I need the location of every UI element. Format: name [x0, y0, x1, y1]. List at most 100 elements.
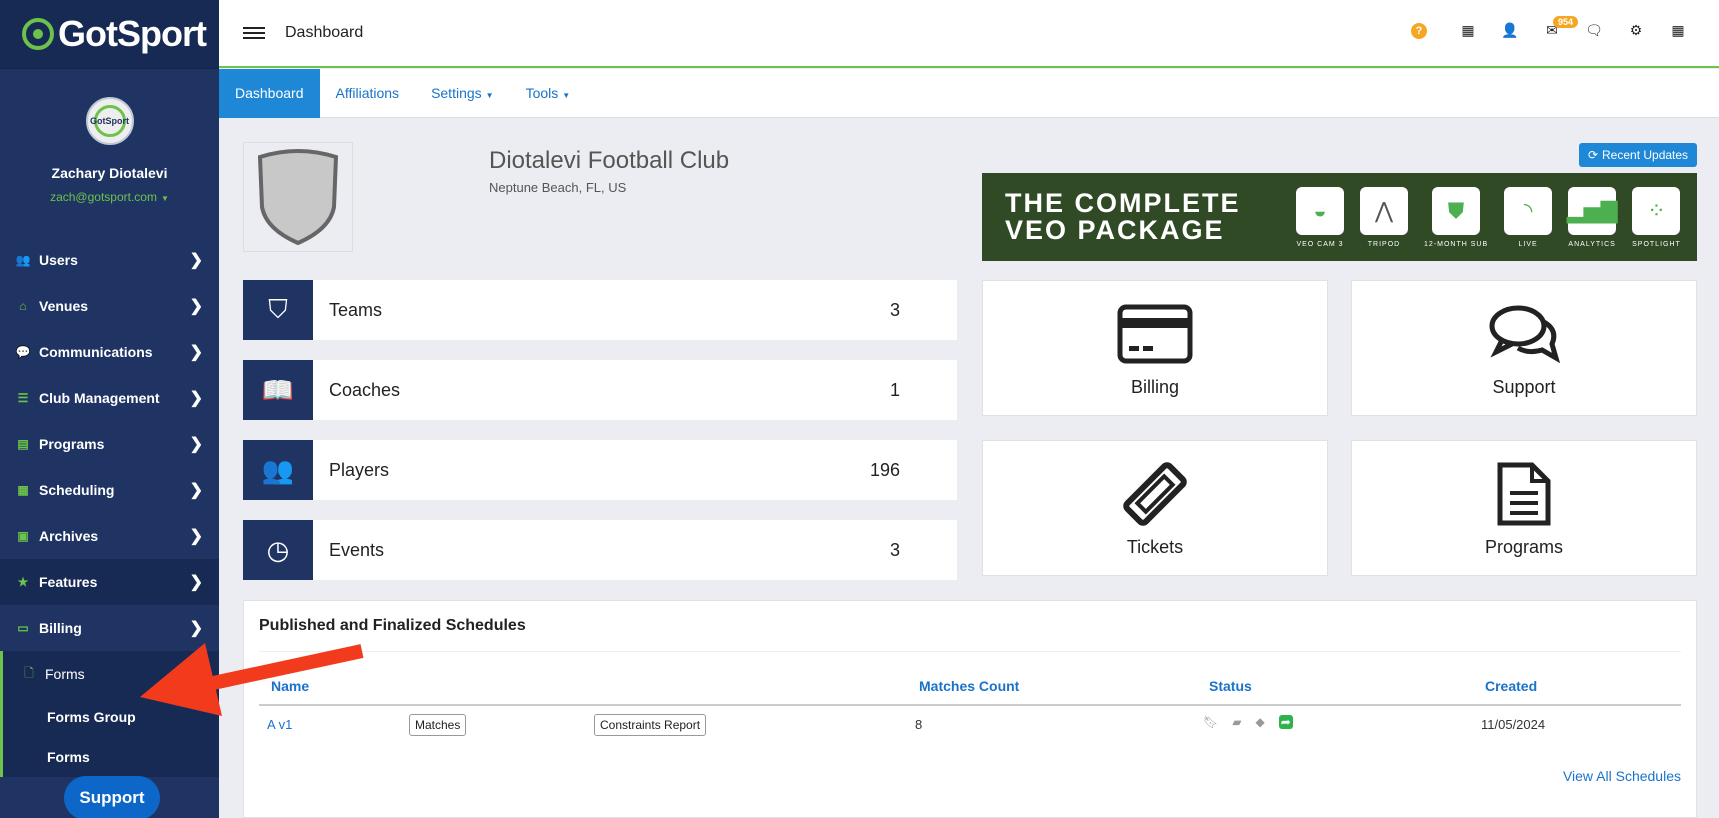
tab-tools[interactable]: Tools ▼ [510, 69, 587, 118]
created-date: 11/05/2024 [1481, 717, 1546, 732]
tab-affiliations[interactable]: Affiliations [320, 69, 416, 118]
club-logo [243, 142, 353, 252]
sidebar-item-venues[interactable]: ⌂ Venues ❯ [0, 283, 219, 329]
caret-down-icon: ▼ [485, 91, 494, 100]
user-icon[interactable]: 👤 [1489, 22, 1531, 39]
club-location: Neptune Beach, FL, US [489, 180, 627, 195]
chevron-right-icon: ❯ [189, 390, 203, 407]
user-email-dropdown[interactable]: zach@gotsport.com ▼ [0, 190, 219, 204]
constraints-report-button[interactable]: Constraints Report [594, 714, 707, 736]
col-header-name[interactable]: Name [271, 678, 309, 694]
apps-grid-icon[interactable]: ▦ [1657, 22, 1699, 39]
gear-icon[interactable]: ⚙ [1615, 22, 1657, 39]
club-name: Diotalevi Football Club [489, 147, 730, 174]
shield-icon: ⛊ [1432, 186, 1481, 235]
chevron-right-icon: ❯ [189, 528, 203, 545]
col-header-created[interactable]: Created [1485, 678, 1537, 694]
stat-value: 3 [889, 539, 900, 560]
sidebar-subitem-forms[interactable]: Forms [3, 737, 219, 777]
matches-count: 8 [915, 717, 923, 732]
chat-icon: 💬 [15, 345, 31, 359]
stat-label: Teams [329, 299, 383, 320]
stat-value: 1 [889, 379, 900, 400]
live-signal-icon: ◝ [1504, 186, 1553, 235]
sidebar-item-club-management[interactable]: ☰ Club Management ❯ [0, 375, 219, 421]
sidebar-item-features[interactable]: ★ Features ❯ [0, 559, 219, 605]
sidebar-item-scheduling[interactable]: ▦ Scheduling ❯ [0, 467, 219, 513]
mail-icon[interactable]: ✉ 954 [1531, 16, 1579, 39]
gotsport-logo-icon [22, 18, 54, 50]
user-name: Zachary Diotalevi [51, 165, 168, 181]
veo-item: ⋀ TRIPOD [1360, 186, 1408, 248]
sidebar-subitem-forms-group[interactable]: Forms Group [3, 697, 219, 737]
archive-icon: ▣ [17, 529, 29, 543]
veo-item: ⛊ 12-MONTH SUB [1424, 186, 1488, 248]
stat-value: 3 [889, 299, 900, 320]
tag-icon[interactable]: ◆ [1255, 715, 1264, 729]
card-support[interactable]: Support [1351, 280, 1697, 416]
veo-banner[interactable]: THE COMPLETE VEO PACKAGE ◒ VEO CAM 3 ⋀ TRI… [982, 173, 1697, 261]
support-button[interactable]: Support [64, 776, 160, 818]
sidebar-item-programs[interactable]: ▤ Programs ❯ [0, 421, 219, 467]
credit-card-icon: ▭ [17, 621, 29, 635]
sidebar-forms-section: 🗋 Forms ▾ Forms Group Forms [0, 651, 219, 777]
col-header-status[interactable]: Status [1209, 678, 1252, 694]
clock-icon: ◷ [243, 520, 313, 580]
qr-code-icon[interactable]: ▦ [1447, 22, 1489, 39]
credit-card-icon [1117, 301, 1193, 367]
hamburger-menu-icon[interactable] [243, 24, 265, 42]
chevron-right-icon: ❯ [189, 298, 203, 315]
spotlight-icon: ⁘ [1632, 186, 1681, 235]
chevron-right-icon: ❯ [189, 436, 203, 453]
chat-bubbles-icon [1488, 301, 1560, 367]
schedules-panel: Published and Finalized Schedules Name M… [243, 600, 1697, 818]
top-icons: ? ▦ 👤 ✉ 954 🗨 ⚙ ▦ [1411, 16, 1699, 39]
veo-headline: THE COMPLETE VEO PACKAGE [1005, 188, 1241, 245]
matches-button[interactable]: Matches [409, 714, 467, 736]
stat-label: Coaches [329, 379, 401, 400]
logo[interactable]: GotSport [0, 0, 219, 69]
caret-down-icon: ▼ [160, 194, 169, 203]
sidebar-item-forms[interactable]: 🗋 Forms ▾ [3, 651, 219, 697]
stat-events[interactable]: ◷ Events 3 [243, 520, 957, 580]
chevron-right-icon: ❯ [189, 574, 203, 591]
stat-players[interactable]: 👥 Players 196 [243, 440, 957, 500]
tab-bar: Dashboard Affiliations Settings ▼ Tools ▼ [219, 69, 1719, 118]
col-header-matches-count[interactable]: Matches Count [919, 678, 1019, 694]
stat-coaches[interactable]: 📖 Coaches 1 [243, 360, 957, 420]
file-icon: 🗋 [24, 665, 34, 680]
note-icon[interactable]: ▰ [1232, 715, 1241, 729]
tab-dashboard[interactable]: Dashboard [219, 69, 320, 118]
recent-updates-button[interactable]: ⟳ Recent Updates [1579, 143, 1697, 167]
veo-item: ◒ VEO CAM 3 [1296, 186, 1344, 248]
schedule-name-link[interactable]: A v1 [267, 717, 292, 732]
sidebar: GotSport GotSport Zachary Diotalevi zach… [0, 0, 219, 818]
sidebar-item-users[interactable]: 👥 Users ❯ [0, 237, 219, 283]
card-tickets[interactable]: Tickets [982, 440, 1328, 576]
view-all-schedules-link[interactable]: View All Schedules [1563, 768, 1681, 784]
bookmark-icon[interactable]: 🔖︎ [1203, 715, 1218, 729]
tripod-icon: ⋀ [1360, 186, 1408, 235]
help-icon[interactable]: ? [1411, 22, 1427, 39]
card-billing[interactable]: Billing [982, 280, 1328, 416]
sidebar-item-archives[interactable]: ▣ Archives ❯ [0, 513, 219, 559]
tab-settings[interactable]: Settings ▼ [415, 69, 510, 118]
document-icon: ▤ [17, 437, 29, 451]
stat-teams[interactable]: ⛉ Teams 3 [243, 280, 957, 340]
stat-value: 196 [869, 459, 900, 480]
user-profile: GotSport Zachary Diotalevi zach@gotsport… [0, 69, 219, 237]
top-bar: Dashboard ? ▦ 👤 ✉ 954 🗨 ⚙ ▦ [219, 0, 1719, 68]
sidebar-item-communications[interactable]: 💬 Communications ❯ [0, 329, 219, 375]
shield-icon: ⛉ [243, 280, 313, 340]
list-icon: ☰ [17, 391, 29, 405]
chat-icon[interactable]: 🗨 [1573, 22, 1615, 39]
share-icon[interactable]: ➦ [1278, 715, 1293, 729]
sidebar-item-billing[interactable]: ▭ Billing ❯ [0, 605, 219, 651]
avatar[interactable]: GotSport [85, 97, 134, 145]
divider [259, 651, 1681, 652]
card-programs[interactable]: Programs [1351, 440, 1697, 576]
status-icons: 🔖︎ ▰ ◆ ➦ [1203, 715, 1293, 729]
users-icon: 👥 [15, 253, 31, 267]
document-icon [1496, 461, 1552, 527]
veo-item: ◝ LIVE [1504, 186, 1553, 248]
